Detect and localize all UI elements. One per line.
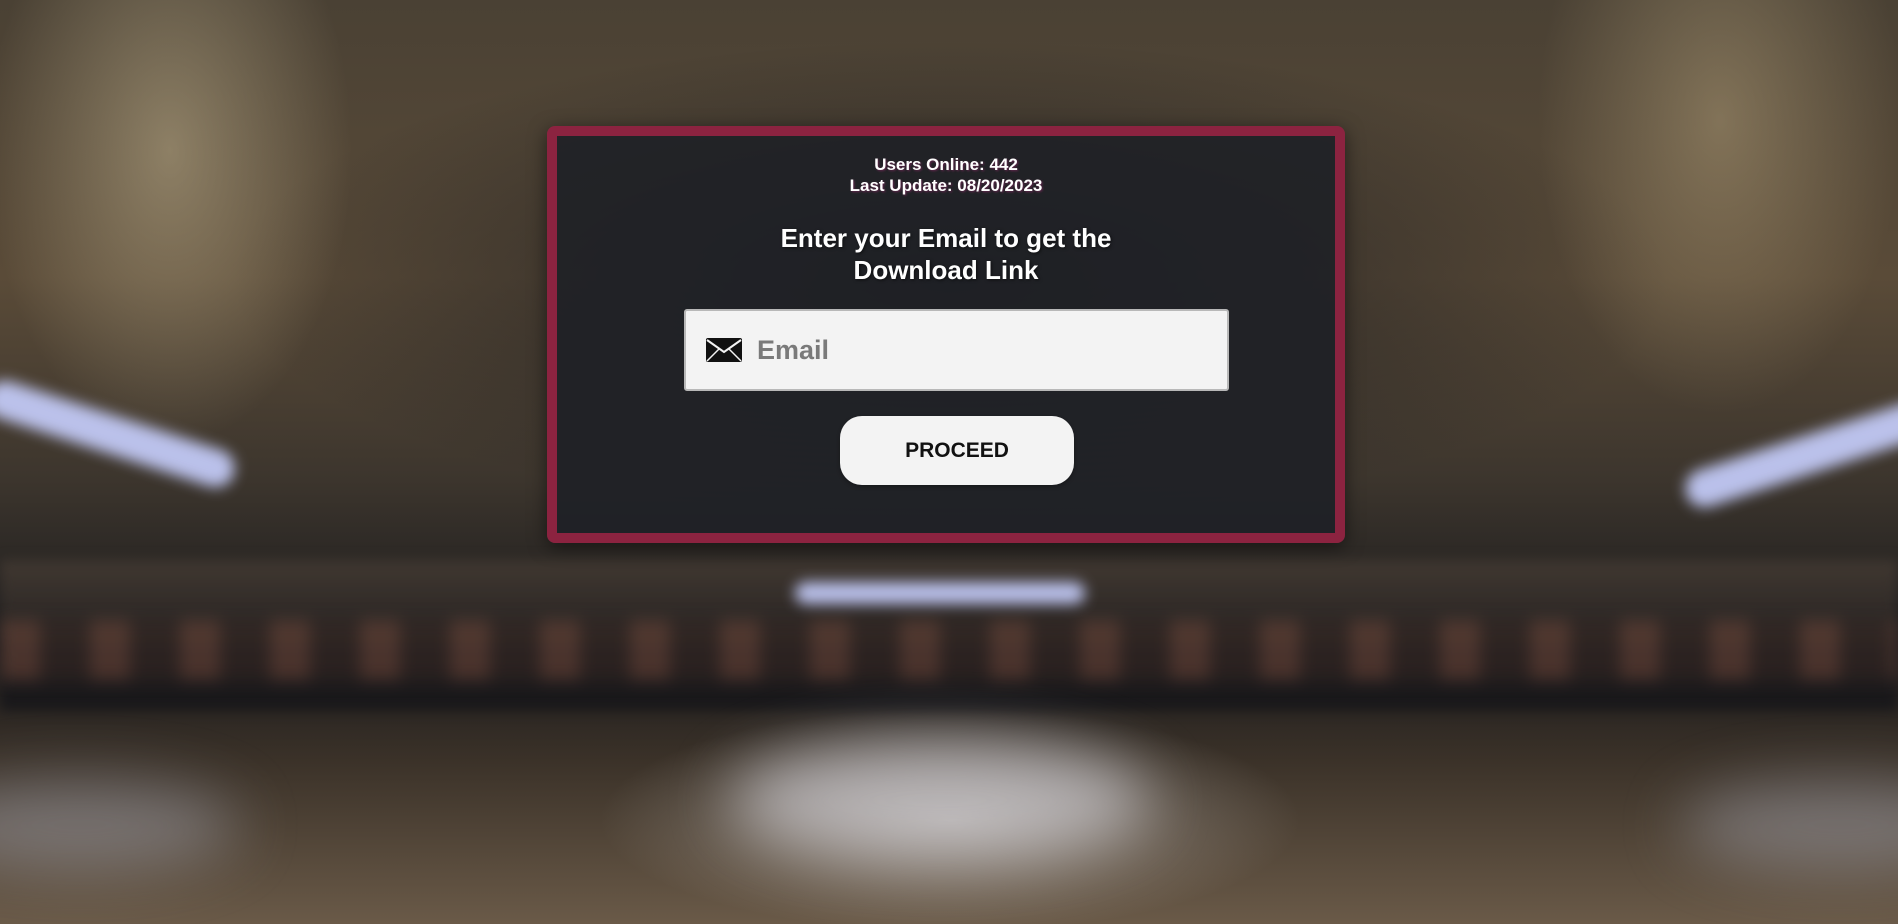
users-online-text: Users Online: 442 [874, 155, 1018, 174]
background-glow-right [1680, 780, 1898, 870]
email-field-container[interactable] [684, 309, 1229, 391]
background-crowd [0, 620, 1898, 680]
email-modal: Users Online: 442 Last Update: 08/20/202… [547, 126, 1345, 543]
modal-headline: Enter your Email to get the Download Lin… [736, 222, 1156, 286]
background-light-right [1680, 395, 1898, 513]
stats-block: Users Online: 442 Last Update: 08/20/202… [557, 154, 1335, 196]
email-input[interactable] [757, 320, 1227, 380]
headline-line-2: Download Link [853, 255, 1039, 285]
background-light-left [0, 375, 240, 493]
background-floor-glow [730, 740, 1150, 860]
background-light-center [795, 582, 1085, 604]
proceed-button[interactable]: PROCEED [840, 416, 1074, 485]
background-glow-left [0, 780, 240, 870]
headline-line-1: Enter your Email to get the [780, 223, 1112, 253]
last-update-text: Last Update: 08/20/2023 [849, 176, 1043, 195]
envelope-icon [705, 337, 743, 363]
